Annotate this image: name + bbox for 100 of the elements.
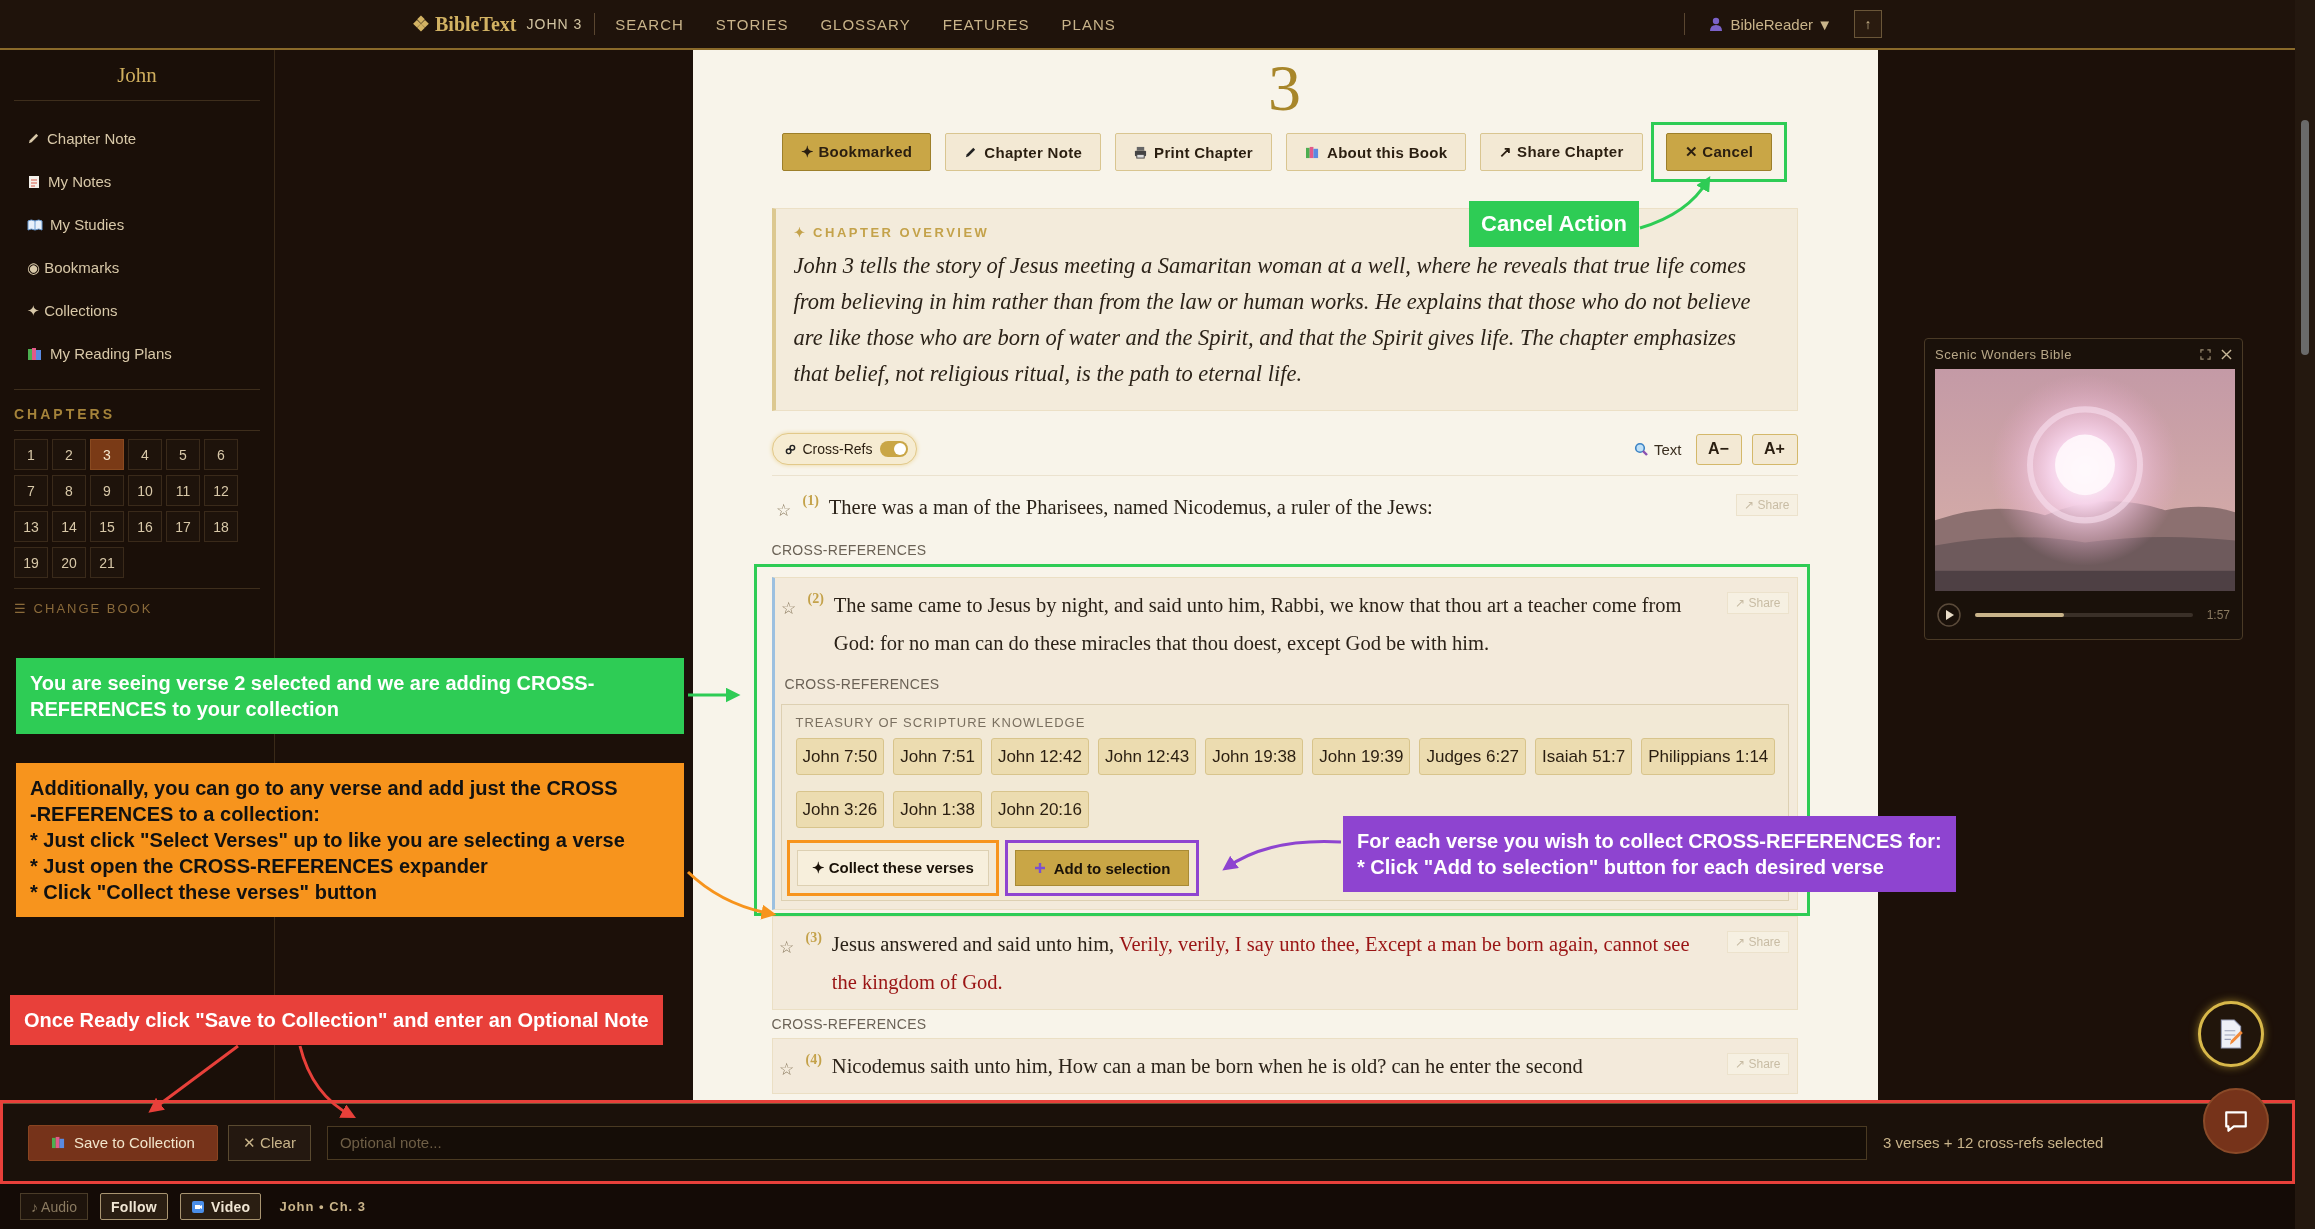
fullscreen-icon[interactable] [2200, 348, 2211, 360]
chapter-button[interactable]: 13 [14, 511, 48, 542]
reference-chip[interactable]: John 1:38 [893, 791, 982, 828]
book-icon [27, 218, 43, 231]
printer-icon [1134, 145, 1148, 159]
logo[interactable]: ❖ BibleText [412, 12, 517, 36]
reference-chip[interactable]: John 20:16 [990, 791, 1089, 828]
chapter-button[interactable]: 11 [166, 475, 200, 506]
reference-chip[interactable]: John 3:26 [795, 791, 885, 828]
selection-summary: 3 verses + 12 cross-refs selected [1882, 1134, 2104, 1151]
chapter-button[interactable]: 12 [204, 475, 238, 506]
video-title: Scenic Wonders Bible [1935, 346, 2073, 362]
chapter-action-button[interactable]: ✦ Bookmarked [781, 133, 932, 171]
scrollbar[interactable] [2295, 0, 2315, 1229]
annotation-arrow [688, 687, 741, 703]
cross-references-label[interactable]: CROSS-REFERENCES [771, 1010, 1798, 1038]
chapter-button[interactable]: 15 [90, 511, 124, 542]
footer-button[interactable]: ♪ Audio [20, 1193, 88, 1220]
verse-card[interactable]: ☆ (4) Nicodemus saith unto him, How can a man be born when he is old? can he enter the second ↗ Share [771, 1038, 1798, 1094]
note-input[interactable]: Optional note... [326, 1125, 1867, 1160]
reference-chip[interactable]: Philippians 1:14 [1641, 738, 1776, 775]
change-book-link[interactable]: ☰ CHANGE BOOK [14, 589, 260, 616]
reference-chip[interactable]: Isaiah 51:7 [1535, 738, 1633, 775]
sidebar-item[interactable]: Chapter Note [14, 117, 260, 160]
chapter-button[interactable]: 20 [52, 547, 86, 578]
chapter-button[interactable]: 1 [14, 439, 48, 470]
verse-row[interactable]: ☆ (1) There was a man of the Pharisees, named Nicodemus, a ruler of the Jews: ↗ Share [771, 476, 1798, 536]
footer-button[interactable]: Video [180, 1193, 262, 1220]
chapter-button[interactable]: 14 [52, 511, 86, 542]
chapter-button[interactable]: 8 [52, 475, 86, 506]
star-icon[interactable]: ☆ [775, 502, 791, 519]
verse-number: (2) [807, 592, 824, 606]
chapter-button[interactable]: 7 [14, 475, 48, 506]
save-to-collection-button[interactable]: Save to Collection [28, 1124, 218, 1161]
verse-card[interactable]: ☆ (3) Jesus answered and said unto him, Verily, verily, I say unto thee, Except a man be born again, cannot see the kingdom of God. ↗ Share [771, 916, 1798, 1010]
cross-references-label[interactable]: CROSS-REFERENCES [771, 536, 1798, 564]
video-icon [191, 1199, 206, 1214]
chapter-button[interactable]: 4 [128, 439, 162, 470]
sidebar-item[interactable]: My Studies [14, 203, 260, 246]
chapter-button[interactable]: 19 [14, 547, 48, 578]
toggle-switch[interactable] [879, 441, 908, 457]
cancel-button[interactable]: ✕ Cancel [1665, 133, 1773, 171]
verse-text: The same came to Jesus by night, and said unto him, Rabbi, we know that thou art a teacher come from God: for no man can do these miracles that thou doest, except God be with him. [833, 593, 1683, 657]
sidebar-item[interactable]: ✦ Collections [14, 289, 260, 332]
chapter-button[interactable]: 9 [90, 475, 124, 506]
chapter-button[interactable]: 17 [166, 511, 200, 542]
nav-link[interactable]: SEARCH [615, 15, 684, 33]
sidebar-item[interactable]: My Reading Plans [14, 332, 260, 375]
overview-text: John 3 tells the story of Jesus meeting a Samaritan woman at a well, where he reveals that true life comes from believing in him rather than from the law or human works. He explains that those who do not believe are like those who are born of water and the Spirit, and that the Spirit gives life. The chapter emphasizes that belief, not religious ritual, is the path to eternal life. [793, 252, 1752, 388]
sidebar-item[interactable]: ◉ Bookmarks [14, 246, 260, 289]
chapter-action-button[interactable]: Chapter Note [945, 133, 1102, 171]
chapter-button[interactable]: 6 [204, 439, 238, 470]
footer-button[interactable]: Follow [99, 1193, 169, 1220]
scroll-top-button[interactable]: ↑ [1854, 10, 1882, 38]
nav-link[interactable]: STORIES [715, 15, 789, 33]
link-icon [784, 443, 796, 455]
chapter-button[interactable]: 16 [128, 511, 162, 542]
notes-button[interactable] [2198, 1001, 2264, 1067]
sidebar-item[interactable]: My Notes [14, 160, 260, 203]
star-icon[interactable]: ☆ [780, 600, 796, 617]
play-button[interactable] [1937, 603, 1961, 627]
chapter-button[interactable]: 10 [128, 475, 162, 506]
nav-link[interactable]: PLANS [1061, 15, 1116, 33]
clear-button[interactable]: ✕ Clear [227, 1124, 311, 1161]
chapter-button[interactable]: 3 [90, 439, 124, 470]
overview-heading: ✦ CHAPTER OVERVIEW [793, 225, 991, 240]
star-icon[interactable]: ☆ [778, 939, 794, 956]
chapter-action-button[interactable]: Print Chapter [1115, 133, 1272, 171]
font-size-button[interactable]: A− [1695, 433, 1742, 465]
chapter-button[interactable]: 21 [90, 547, 124, 578]
progress-track[interactable] [1975, 613, 2193, 617]
add-to-selection-button[interactable]: Add to selection [1014, 850, 1190, 886]
reference-chip[interactable]: John 19:38 [1205, 738, 1304, 775]
verse-text: Jesus answered and said unto him, Verily, verily, I say unto thee, Except a man be born again, cannot see the kingdom of God. [831, 932, 1691, 996]
cross-references-label[interactable]: CROSS-REFERENCES [780, 662, 1789, 704]
note-edit-icon [2218, 1019, 2244, 1049]
chat-icon [2223, 1108, 2249, 1134]
nav-link[interactable]: FEATURES [942, 15, 1030, 33]
reference-chip[interactable]: John 12:42 [990, 738, 1089, 775]
cross-refs-toggle[interactable]: Cross-Refs [771, 433, 917, 465]
chapter-action-button[interactable]: About this Book [1286, 133, 1467, 171]
nav-link[interactable]: GLOSSARY [820, 15, 911, 33]
close-icon[interactable] [2221, 348, 2232, 360]
reference-chip[interactable]: John 7:50 [795, 738, 885, 775]
star-icon[interactable]: ☆ [778, 1061, 794, 1078]
text-search-button[interactable]: Text [1630, 440, 1686, 458]
collect-verses-button[interactable]: ✦ Collect these verses [796, 850, 989, 886]
chapter-button[interactable]: 18 [204, 511, 238, 542]
chapter-location: John • Ch. 3 [279, 1199, 367, 1214]
chapter-button[interactable]: 2 [52, 439, 86, 470]
chapter-button[interactable]: 5 [166, 439, 200, 470]
reference-chip[interactable]: John 7:51 [893, 738, 982, 775]
font-size-button[interactable]: A+ [1751, 433, 1798, 465]
user-icon [1709, 17, 1724, 31]
reference-chip[interactable]: Judges 6:27 [1419, 738, 1527, 775]
annotation-tooltip: Once Ready click "Save to Collection" and enter an Optional Note [10, 995, 663, 1045]
chapter-action-button[interactable]: ↗ Share Chapter [1480, 133, 1643, 171]
user-menu[interactable]: BibleReader ▼ [1709, 15, 1832, 33]
reference-chip[interactable]: John 19:39 [1312, 738, 1411, 775]
reference-chip[interactable]: John 12:43 [1098, 738, 1197, 775]
